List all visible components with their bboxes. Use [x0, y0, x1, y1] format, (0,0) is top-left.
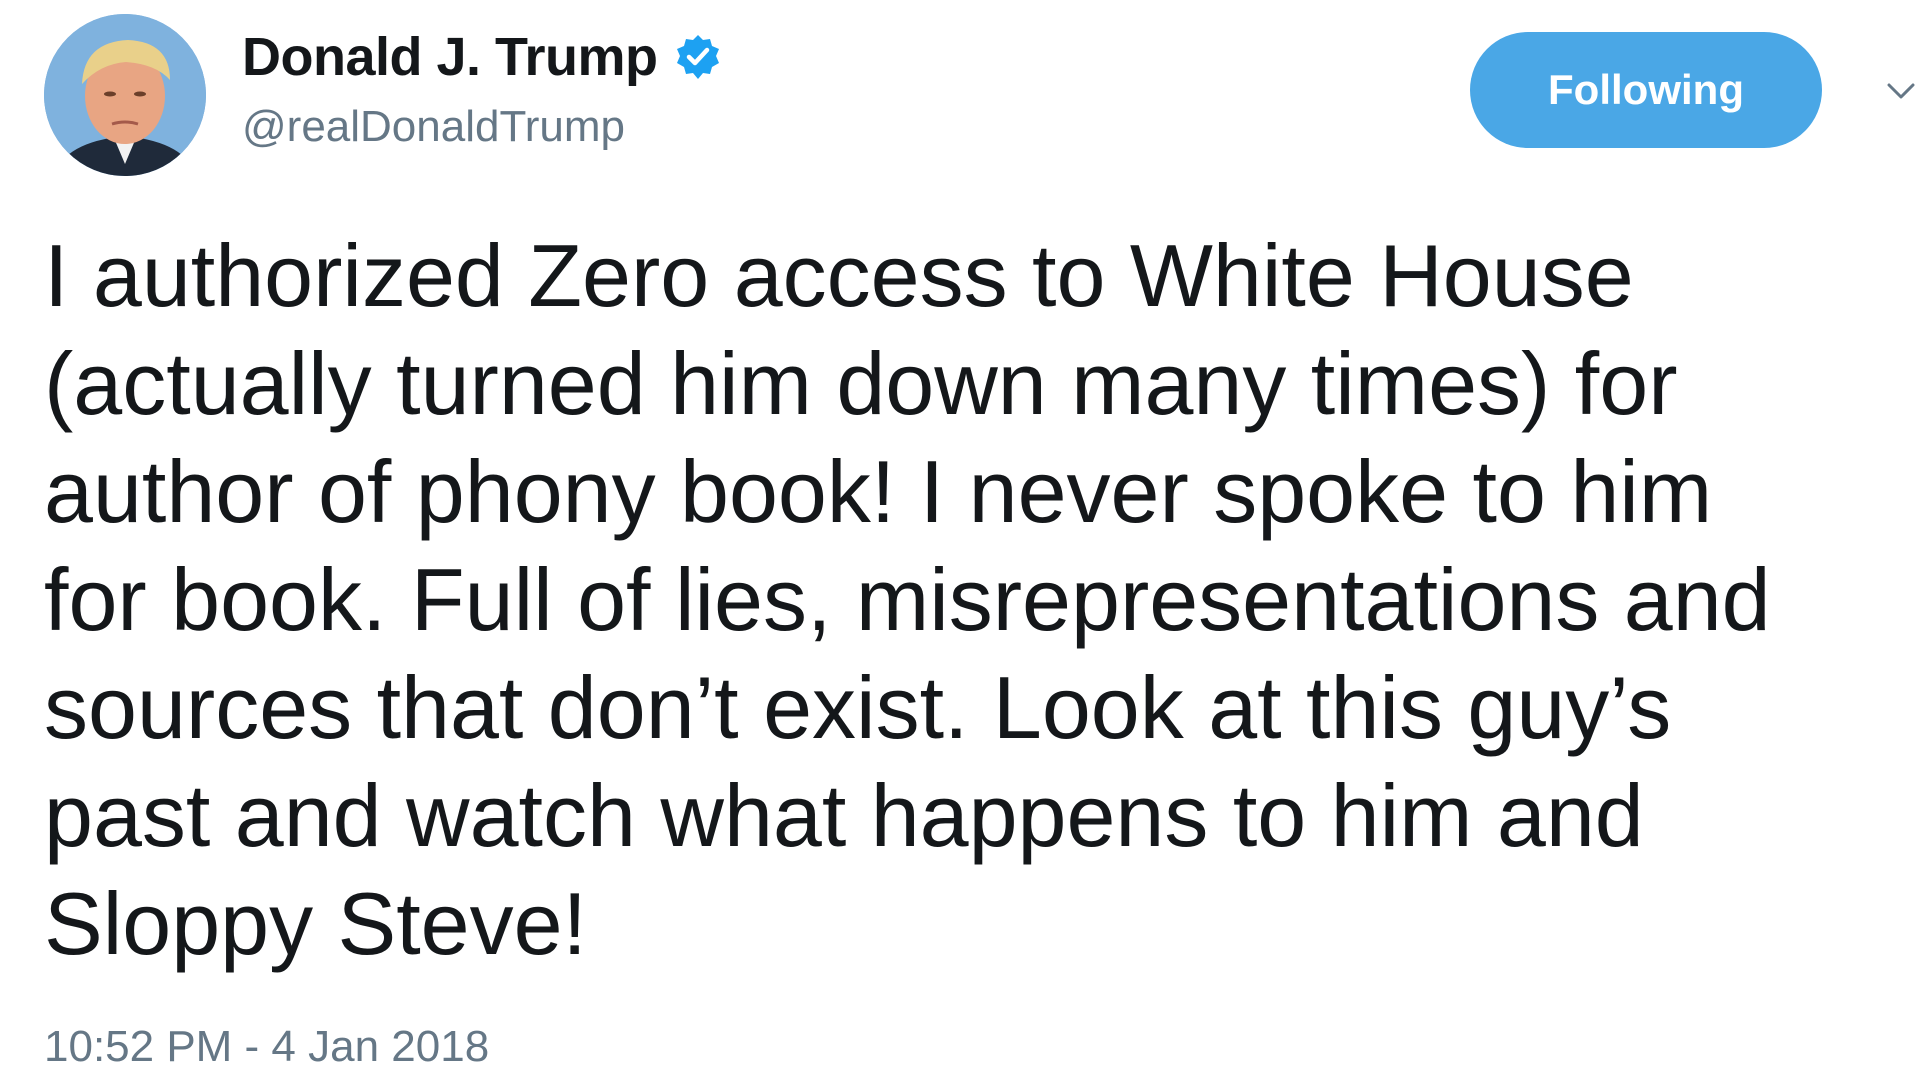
name-row: Donald J. Trump: [242, 24, 722, 90]
tweet-text-line: past and watch what happens to him and: [44, 766, 1644, 865]
verified-badge-icon: [674, 33, 722, 81]
tweet-text-line: Sloppy Steve!: [44, 874, 587, 973]
author-display-name[interactable]: Donald J. Trump: [242, 26, 658, 88]
tweet-text-line: for book. Full of lies, misrepresentatio…: [44, 550, 1771, 649]
tweet-card: Donald J. Trump @realDonaldTrump Followi…: [0, 0, 1920, 1080]
following-button[interactable]: Following: [1470, 32, 1822, 148]
avatar-image: [44, 14, 206, 176]
avatar[interactable]: [44, 14, 206, 176]
chevron-down-icon[interactable]: [1886, 76, 1916, 106]
author-block: Donald J. Trump @realDonaldTrump: [242, 24, 722, 152]
tweet-text-line: sources that don’t exist. Look at this g…: [44, 658, 1672, 757]
author-handle[interactable]: @realDonaldTrump: [242, 102, 722, 152]
tweet-text-line: author of phony book! I never spoke to h…: [44, 442, 1713, 541]
tweet-text: I authorized Zero access to White House …: [44, 222, 1894, 978]
tweet-text-line: I authorized Zero access to White House: [44, 226, 1634, 325]
tweet-text-line: (actually turned him down many times) fo…: [44, 334, 1678, 433]
tweet-timestamp[interactable]: 10:52 PM - 4 Jan 2018: [44, 1022, 489, 1072]
